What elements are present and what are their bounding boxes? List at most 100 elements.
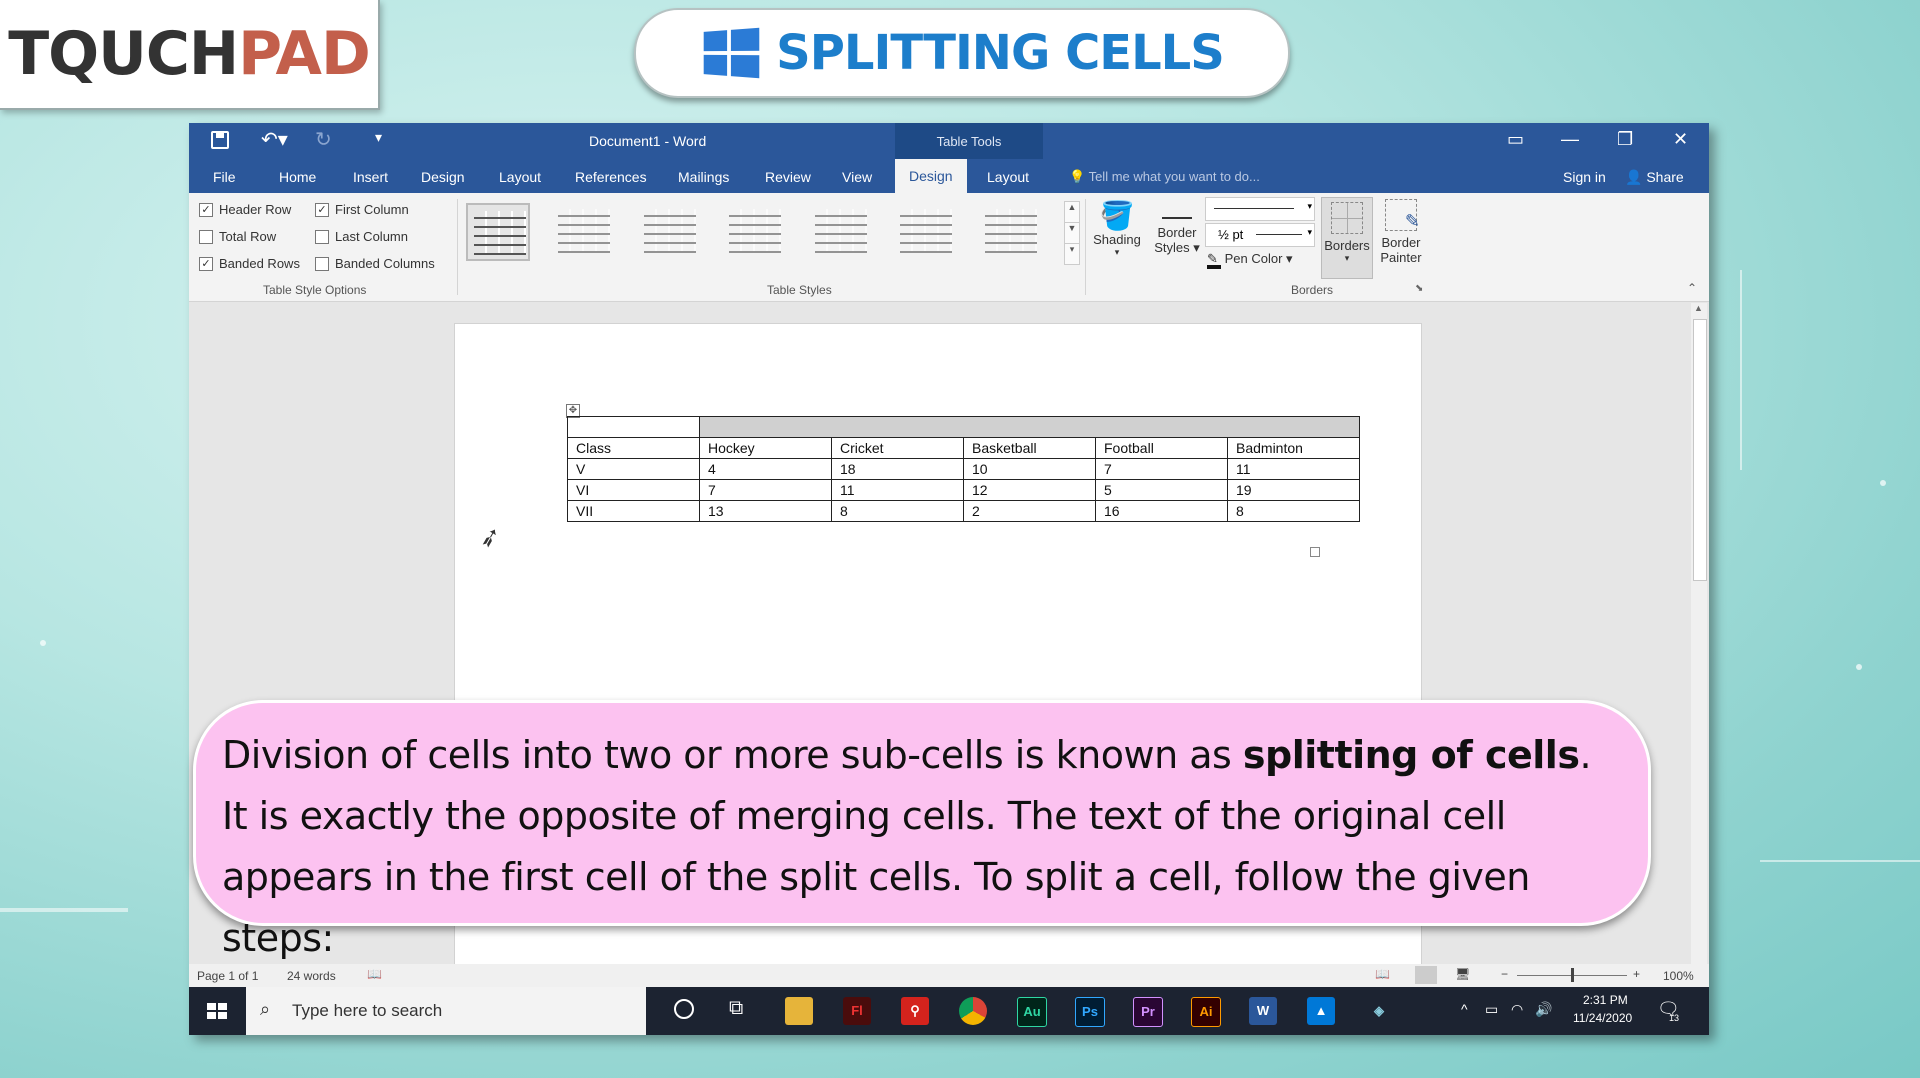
ribbon-display-icon[interactable]: ▭ [1507, 129, 1524, 150]
tab-design[interactable]: Design [421, 169, 465, 185]
table-cell[interactable]: 18 [831, 458, 964, 480]
tab-file[interactable]: File [213, 169, 236, 185]
table-style-option[interactable] [552, 203, 616, 261]
read-mode-icon[interactable]: 📖 [1375, 967, 1390, 981]
table-cell[interactable]: Hockey [699, 437, 832, 459]
save-icon[interactable] [211, 131, 229, 149]
sign-in-link[interactable]: Sign in [1563, 169, 1606, 185]
vertical-scrollbar[interactable]: ▲ ▼ [1691, 303, 1707, 989]
scrollbar-thumb[interactable] [1693, 319, 1707, 581]
tab-view[interactable]: View [842, 169, 872, 185]
table-cell[interactable]: 19 [1227, 479, 1360, 501]
table-resize-handle-icon[interactable] [1310, 547, 1320, 557]
illustrator-icon[interactable]: Ai [1191, 997, 1221, 1027]
scroll-up-icon[interactable]: ▲ [1694, 303, 1703, 313]
last-column-checkbox[interactable]: Last Column [315, 229, 408, 244]
share-button[interactable]: 👤 Share [1625, 169, 1684, 186]
chrome-icon[interactable] [959, 997, 987, 1025]
undo-icon[interactable]: ↶▾ [261, 127, 288, 152]
page-count[interactable]: Page 1 of 1 [197, 969, 258, 983]
tab-table-layout[interactable]: Layout [987, 169, 1029, 185]
photos-icon[interactable]: ▲ [1307, 997, 1335, 1025]
photoshop-icon[interactable]: Ps [1075, 997, 1105, 1027]
taskbar-search[interactable]: ⌕ Type here to search [246, 987, 646, 1035]
tell-me-search[interactable]: 💡 Tell me what you want to do... [1069, 169, 1260, 185]
table-cell[interactable]: Basketball [963, 437, 1096, 459]
banded-columns-checkbox[interactable]: Banded Columns [315, 256, 435, 271]
data-table[interactable]: Class Hockey Cricket Basketball Football… [567, 416, 1360, 522]
tab-review[interactable]: Review [765, 169, 811, 185]
table-style-option[interactable] [979, 203, 1043, 261]
table-cell[interactable]: 8 [1227, 500, 1360, 522]
proofing-icon[interactable]: 📖 [367, 967, 382, 981]
show-hidden-icons[interactable]: ^ [1461, 1001, 1468, 1017]
table-style-option[interactable] [894, 203, 958, 261]
total-row-checkbox[interactable]: Total Row [199, 229, 276, 244]
table-cell[interactable]: Class [567, 437, 700, 459]
borders-button[interactable]: Borders ▾ [1321, 197, 1373, 279]
battery-icon[interactable]: ▭ [1485, 1001, 1498, 1018]
table-cell[interactable] [567, 416, 700, 438]
task-view-icon[interactable]: ⧉ [729, 997, 743, 1020]
merged-cell-selected[interactable] [699, 416, 1360, 438]
line-style-dropdown[interactable]: ▾ [1205, 197, 1315, 221]
first-column-checkbox[interactable]: ✓ First Column [315, 202, 409, 217]
shading-button[interactable]: 🪣 Shading ▾ [1085, 199, 1149, 258]
table-cell[interactable]: 4 [699, 458, 832, 480]
cortana-icon[interactable] [674, 999, 694, 1019]
print-layout-icon[interactable] [1415, 966, 1437, 984]
word-count[interactable]: 24 words [287, 969, 336, 983]
clock-time[interactable]: 2:31 PM [1583, 993, 1628, 1007]
header-row-checkbox[interactable]: ✓ Header Row [199, 202, 291, 217]
table-style-option[interactable] [809, 203, 873, 261]
minimize-icon[interactable]: — [1561, 129, 1579, 150]
table-cell[interactable]: Badminton [1227, 437, 1360, 459]
table-cell[interactable]: VI [567, 479, 700, 501]
audition-icon[interactable]: Au [1017, 997, 1047, 1027]
styles-scroll-up-icon[interactable]: ▲ [1064, 201, 1080, 223]
zoom-out-icon[interactable]: − [1501, 967, 1508, 981]
table-cell[interactable]: 12 [963, 479, 1096, 501]
table-cell[interactable]: VII [567, 500, 700, 522]
table-cell[interactable]: 11 [1227, 458, 1360, 480]
table-cell[interactable]: 5 [1095, 479, 1228, 501]
table-cell[interactable]: 13 [699, 500, 832, 522]
table-style-option[interactable] [723, 203, 787, 261]
table-style-option[interactable] [638, 203, 702, 261]
close-icon[interactable]: ✕ [1673, 129, 1688, 150]
customize-qat-icon[interactable]: ▾ [375, 129, 382, 146]
collapse-ribbon-icon[interactable]: ⌃ [1687, 281, 1697, 295]
web-layout-icon[interactable]: 🖥 [1455, 967, 1470, 981]
clock-date[interactable]: 11/24/2020 [1573, 1011, 1632, 1025]
tab-layout[interactable]: Layout [499, 169, 541, 185]
line-weight-dropdown[interactable]: ½ pt ▾ [1205, 223, 1315, 247]
table-cell[interactable]: Cricket [831, 437, 964, 459]
styles-scroll-down-icon[interactable]: ▼ [1064, 222, 1080, 244]
tab-references[interactable]: References [575, 169, 647, 185]
restore-icon[interactable]: ❐ [1617, 129, 1633, 150]
table-cell[interactable]: 8 [831, 500, 964, 522]
file-explorer-icon[interactable] [785, 997, 813, 1025]
styles-more-icon[interactable]: ▾ [1064, 243, 1080, 265]
border-styles-button[interactable]: Border Styles ▾ [1153, 203, 1201, 256]
table-cell[interactable]: 10 [963, 458, 1096, 480]
start-button[interactable] [189, 987, 245, 1035]
tab-home[interactable]: Home [279, 169, 316, 185]
zoom-slider-thumb[interactable] [1571, 968, 1574, 982]
flash-app-icon[interactable]: Fl [843, 997, 871, 1025]
table-cell[interactable]: V [567, 458, 700, 480]
word-taskbar-icon[interactable]: W [1249, 997, 1277, 1025]
redo-icon[interactable]: ↻ [315, 127, 332, 152]
tab-mailings[interactable]: Mailings [678, 169, 729, 185]
wifi-icon[interactable]: ◠ [1511, 1001, 1523, 1018]
premiere-icon[interactable]: Pr [1133, 997, 1163, 1027]
banded-rows-checkbox[interactable]: ✓ Banded Rows [199, 256, 300, 271]
border-painter-button[interactable]: ✎ Border Painter [1375, 199, 1427, 265]
tab-insert[interactable]: Insert [353, 169, 388, 185]
zoom-level[interactable]: 100% [1663, 969, 1694, 983]
zoom-in-icon[interactable]: + [1633, 967, 1640, 981]
app-icon[interactable]: ◈ [1365, 997, 1393, 1025]
table-style-grid-selected[interactable] [466, 203, 530, 261]
table-cell[interactable]: 7 [699, 479, 832, 501]
volume-icon[interactable]: 🔊 [1535, 1001, 1552, 1018]
